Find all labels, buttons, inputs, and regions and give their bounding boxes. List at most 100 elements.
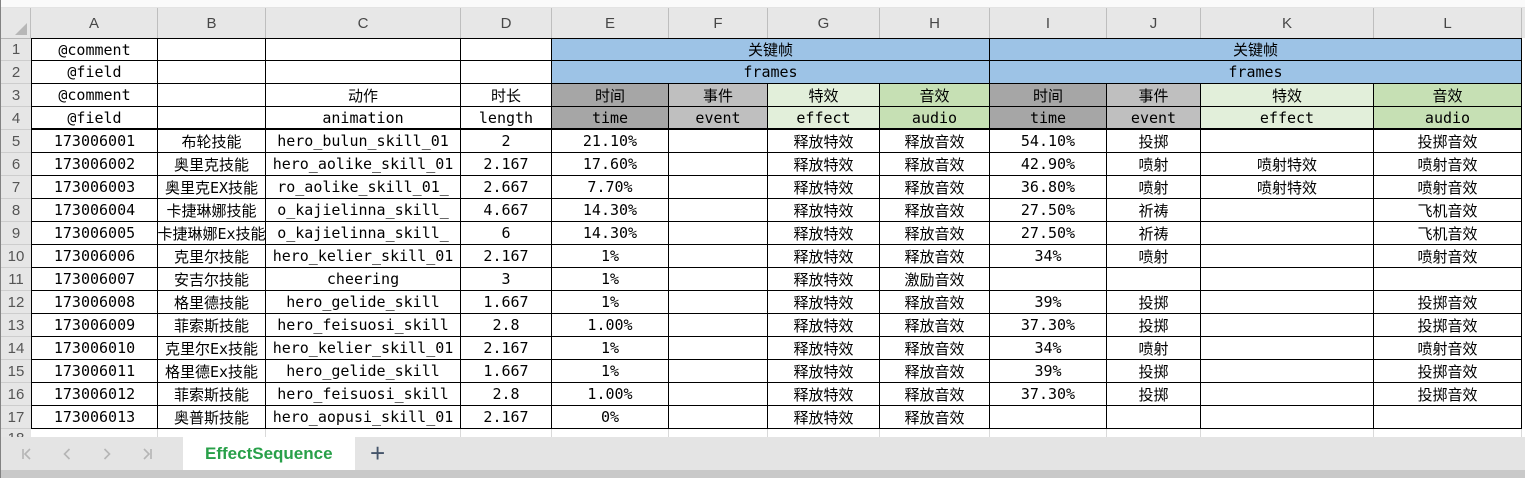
cell-event1[interactable] — [669, 176, 768, 199]
header-cell-audio-cn-left[interactable]: 音效 — [880, 84, 990, 107]
row-header-1[interactable]: 1 — [1, 38, 31, 61]
cell-name[interactable]: 安吉尔技能 — [158, 268, 266, 291]
column-header-B[interactable]: B — [158, 8, 266, 38]
row-header-13[interactable]: 13 — [1, 314, 31, 337]
cell-audio2[interactable]: 投掷音效 — [1374, 383, 1522, 406]
cell-event1[interactable] — [669, 268, 768, 291]
column-header-K[interactable]: K — [1201, 8, 1374, 38]
cell-event2[interactable]: 喷射 — [1107, 153, 1201, 176]
cell-event2[interactable]: 投掷 — [1107, 360, 1201, 383]
cell-event1[interactable] — [669, 360, 768, 383]
cell-length[interactable]: 2.167 — [461, 337, 552, 360]
cell-name[interactable]: 奥里克EX技能 — [158, 176, 266, 199]
cell-effect1[interactable]: 释放特效 — [768, 222, 880, 245]
cell-event1[interactable] — [669, 245, 768, 268]
cell-time2[interactable]: 34% — [990, 245, 1107, 268]
cell-audio1[interactable]: 释放音效 — [880, 337, 990, 360]
cell-time2[interactable]: 39% — [990, 360, 1107, 383]
row-header-4[interactable]: 4 — [1, 107, 31, 130]
cell-animation[interactable]: o_kajielinna_skill_ — [266, 222, 461, 245]
cell-empty[interactable] — [158, 38, 266, 61]
cell-name[interactable]: 奥里克技能 — [158, 153, 266, 176]
cell-audio1[interactable]: 释放音效 — [880, 199, 990, 222]
cell-name[interactable]: 布轮技能 — [158, 130, 266, 153]
cell-time2[interactable]: 34% — [990, 337, 1107, 360]
cell-id[interactable]: 173006010 — [31, 337, 158, 360]
cell-event2[interactable]: 祈祷 — [1107, 222, 1201, 245]
cell-empty[interactable] — [158, 107, 266, 130]
cell-comment-marker[interactable]: @comment — [31, 84, 158, 107]
cell-id[interactable]: 173006002 — [31, 153, 158, 176]
cell-effect1[interactable]: 释放特效 — [768, 153, 880, 176]
row-header-18[interactable]: 18 — [1, 429, 31, 437]
cell-effect2[interactable] — [1201, 314, 1374, 337]
cell-effect1[interactable]: 释放特效 — [768, 268, 880, 291]
header-cell-length[interactable]: length — [461, 107, 552, 130]
cell-event1[interactable] — [669, 383, 768, 406]
cell-audio1[interactable]: 释放音效 — [880, 360, 990, 383]
header-cell-event-right[interactable]: event — [1107, 107, 1201, 130]
cell-time2[interactable]: 27.50% — [990, 222, 1107, 245]
row-header-14[interactable]: 14 — [1, 337, 31, 360]
cell-animation[interactable]: hero_gelide_skill — [266, 291, 461, 314]
cell-effect1[interactable]: 释放特效 — [768, 199, 880, 222]
cell-animation[interactable]: hero_aopusi_skill_01 — [266, 406, 461, 429]
cell-time2[interactable]: 39% — [990, 291, 1107, 314]
cell-event1[interactable] — [669, 291, 768, 314]
cell-name[interactable]: 格里德Ex技能 — [158, 360, 266, 383]
cell-length[interactable]: 2.8 — [461, 383, 552, 406]
header-cell-event-cn-left[interactable]: 事件 — [669, 84, 768, 107]
cell-name[interactable]: 格里德技能 — [158, 291, 266, 314]
header-cell-frames-right[interactable]: frames — [990, 61, 1522, 84]
row-header-3[interactable]: 3 — [1, 84, 31, 107]
cell-animation[interactable]: hero_feisuosi_skill — [266, 314, 461, 337]
cell-empty[interactable] — [990, 429, 1107, 437]
cell-audio2[interactable]: 投掷音效 — [1374, 360, 1522, 383]
header-cell-effect-cn-left[interactable]: 特效 — [768, 84, 880, 107]
cell-audio2[interactable]: 喷射音效 — [1374, 153, 1522, 176]
cell-effect1[interactable]: 释放特效 — [768, 337, 880, 360]
column-header-C[interactable]: C — [266, 8, 461, 38]
cell-empty[interactable] — [266, 61, 461, 84]
cell-name[interactable]: 克里尔技能 — [158, 245, 266, 268]
cell-effect2[interactable] — [1201, 130, 1374, 153]
cell-length[interactable]: 1.667 — [461, 291, 552, 314]
cell-audio2[interactable]: 喷射音效 — [1374, 176, 1522, 199]
cell-effect1[interactable]: 释放特效 — [768, 130, 880, 153]
cell-field-marker[interactable]: @field — [31, 107, 158, 130]
cell-event2[interactable]: 喷射 — [1107, 176, 1201, 199]
cell-empty[interactable] — [266, 38, 461, 61]
column-header-D[interactable]: D — [461, 8, 552, 38]
cell-audio1[interactable]: 释放音效 — [880, 153, 990, 176]
cell-length[interactable]: 2.167 — [461, 245, 552, 268]
cell-name[interactable]: 克里尔Ex技能 — [158, 337, 266, 360]
cell-event1[interactable] — [669, 153, 768, 176]
cell-id[interactable]: 173006004 — [31, 199, 158, 222]
cell-effect1[interactable]: 释放特效 — [768, 383, 880, 406]
cell-audio2[interactable]: 飞机音效 — [1374, 222, 1522, 245]
cell-audio1[interactable]: 释放音效 — [880, 291, 990, 314]
cell-effect2[interactable] — [1201, 291, 1374, 314]
cell-event2[interactable]: 投掷 — [1107, 130, 1201, 153]
cell-id[interactable]: 173006007 — [31, 268, 158, 291]
cell-length[interactable]: 2.8 — [461, 314, 552, 337]
cell-time2[interactable]: 37.30% — [990, 383, 1107, 406]
header-cell-event-left[interactable]: event — [669, 107, 768, 130]
cell-event1[interactable] — [669, 337, 768, 360]
row-header-16[interactable]: 16 — [1, 383, 31, 406]
cell-event2[interactable] — [1107, 406, 1201, 429]
column-header-I[interactable]: I — [990, 8, 1107, 38]
header-cell-time-right[interactable]: time — [990, 107, 1107, 130]
cell-time1[interactable]: 21.10% — [552, 130, 669, 153]
cell-audio2[interactable]: 投掷音效 — [1374, 291, 1522, 314]
cell-effect2[interactable] — [1201, 406, 1374, 429]
column-header-F[interactable]: F — [669, 8, 768, 38]
cell-animation[interactable]: hero_gelide_skill — [266, 360, 461, 383]
cell-audio1[interactable]: 释放音效 — [880, 383, 990, 406]
cell-empty[interactable] — [461, 429, 552, 437]
next-sheet-icon[interactable] — [99, 446, 115, 462]
column-header-G[interactable]: G — [768, 8, 880, 38]
header-cell-frames-left[interactable]: frames — [552, 61, 990, 84]
cell-audio2[interactable]: 喷射音效 — [1374, 245, 1522, 268]
cell-id[interactable]: 173006006 — [31, 245, 158, 268]
